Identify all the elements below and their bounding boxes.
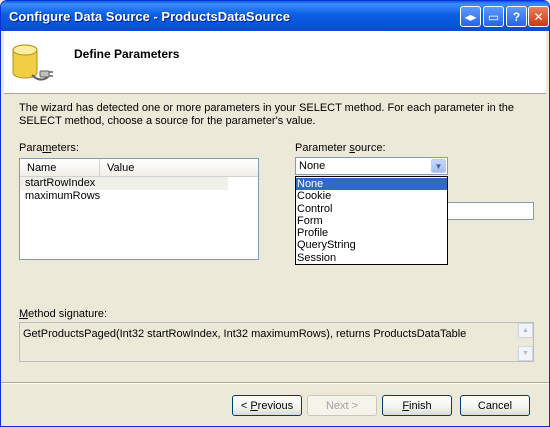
option-querystring[interactable]: QueryString [296,239,447,251]
title-bar[interactable]: Configure Data Source - ProductsDataSour… [1,1,549,31]
previous-button[interactable]: < Previous [232,395,302,416]
vertical-scrollbar[interactable]: ▲ ▼ [518,323,533,361]
parameters-label: Parameters: [19,142,79,154]
method-signature-box[interactable]: GetProductsPaged(Int32 startRowIndex, In… [19,322,534,362]
method-signature-label: Method signature: [19,308,108,320]
finish-button[interactable]: Finish [382,395,452,416]
scroll-up-icon[interactable]: ▲ [518,323,533,338]
chevron-down-icon[interactable]: ▼ [431,159,446,173]
parameter-source-dropdown-list[interactable]: None Cookie Control Form Profile QuerySt… [295,176,448,265]
help-button[interactable]: ? [506,6,527,27]
default-value-input[interactable] [448,202,534,220]
parameter-name-cell: startRowIndex [20,177,228,190]
table-row[interactable]: startRowIndex [20,177,258,190]
selected-value: None [299,160,326,172]
wizard-description: The wizard has detected one or more para… [19,102,515,127]
grid-header: Name Value [20,159,258,177]
parameter-source-label: Parameter source: [295,142,386,154]
option-session[interactable]: Session [296,252,447,264]
back-icon[interactable]: ◂▸ [460,6,481,27]
option-none[interactable]: None [296,178,447,191]
parameter-source-select[interactable]: None ▼ [295,157,448,175]
close-button[interactable]: ✕ [528,6,549,27]
maximize-button[interactable]: ▭ [483,6,504,27]
page-title: Define Parameters [74,47,180,61]
header-panel: Define Parameters [4,31,546,94]
window-title: Configure Data Source - ProductsDataSour… [9,9,290,24]
next-button[interactable]: Next > [307,395,377,416]
database-connector-icon [12,44,53,81]
cancel-button[interactable]: Cancel [460,395,530,416]
option-control[interactable]: Control [296,203,447,215]
option-cookie[interactable]: Cookie [296,190,447,202]
dialog-window: Configure Data Source - ProductsDataSour… [0,0,550,427]
option-form[interactable]: Form [296,215,447,227]
option-profile[interactable]: Profile [296,227,447,239]
parameters-grid[interactable]: Name Value startRowIndex maximumRows [19,158,259,260]
scroll-down-icon[interactable]: ▼ [518,346,533,361]
column-header-name[interactable]: Name [20,159,100,176]
column-header-value[interactable]: Value [100,159,258,176]
divider [1,382,549,384]
parameter-name-cell: maximumRows [25,190,101,202]
table-row[interactable]: maximumRows [20,190,258,203]
method-signature-text: GetProductsPaged(Int32 startRowIndex, In… [23,328,467,340]
